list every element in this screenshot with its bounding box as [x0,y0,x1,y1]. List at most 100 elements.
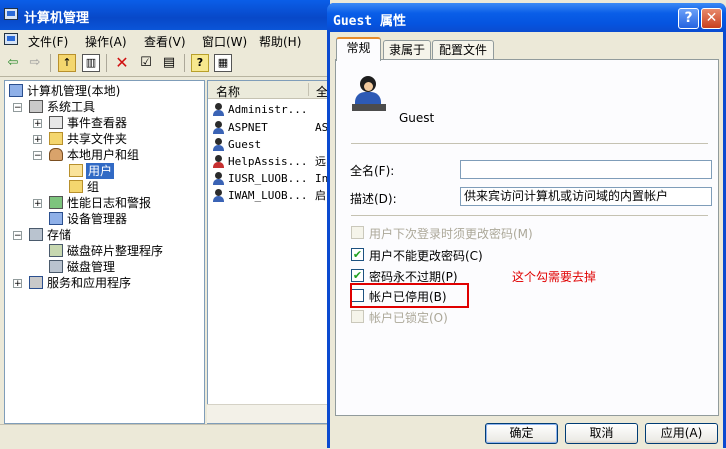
expand-icon[interactable]: + [33,119,42,129]
tree-item-label: 设备管理器 [67,212,128,226]
users-icon [49,148,63,161]
user-icon [212,138,225,152]
expand-icon[interactable]: + [13,279,22,289]
user-list-view[interactable]: 名称 全 Administr... ASPNET AS Guest HelpAs… [207,80,332,424]
horizontal-scrollbar[interactable] [207,404,330,423]
computer-management-icon [4,8,18,20]
list-item-name: HelpAssis... [228,155,308,168]
list-item-name: ASPNET [228,121,268,134]
mmc-title-bar[interactable]: 计算机管理 [0,0,330,30]
properties-icon[interactable]: ☑ [137,54,155,72]
tree-item-label: 事件查看器 [67,116,128,130]
tree-item-label: 共享文件夹 [67,132,128,146]
column-header-name[interactable]: 名称 [216,83,240,100]
tree-item-label: 用户 [86,163,115,179]
user-icon [212,189,225,203]
shared-folder-icon [49,132,63,145]
console-icon[interactable]: ▦ [214,54,232,72]
delete-icon[interactable]: ✕ [113,54,131,72]
toolbar-divider [50,54,51,72]
annotation-highlight-box [350,283,469,308]
disk-icon [49,260,63,273]
menu-help[interactable]: 帮助(H) [259,33,301,49]
password-never-expires-checkbox[interactable]: ✔ [351,269,364,282]
list-item-name: IUSR_LUOB... [228,172,308,185]
list-item-name: Administr... [228,103,308,116]
collapse-icon[interactable]: − [33,151,42,161]
ok-button[interactable]: 确定 [485,423,558,444]
back-arrow-icon[interactable]: ⇦ [4,54,22,72]
expand-icon[interactable]: + [33,199,42,209]
dialog-title: Guest 属性 [333,14,406,29]
defrag-icon [49,244,63,257]
dialog-body: 常规 隶属于 配置文件 Guest 全名(F): 描述(D): 供来宾访问计算机… [330,32,723,448]
close-button[interactable]: ✕ [701,8,722,29]
user-name: Guest [399,111,435,125]
must-change-password-label: 用户下次登录时须更改密码(M) [369,227,533,241]
toolbar-divider [106,54,107,72]
computer-management-window: 计算机管理 文件(F) 操作(A) 查看(V) 窗口(W) 帮助(H) ⇦ ⇨ … [0,0,332,449]
user-icon [212,172,225,186]
tree-item-label: 系统工具 [47,100,96,114]
cannot-change-password-checkbox[interactable]: ✔ [351,248,364,261]
status-bar [0,424,330,449]
guest-properties-dialog: Guest 属性 ? ✕ 常规 隶属于 配置文件 Guest 全名(F): 描述… [327,3,726,448]
list-item-name: Guest [228,138,262,151]
device-manager-icon [49,212,63,225]
annotation-note: 这个勾需要去掉 [512,270,597,284]
menu-file[interactable]: 文件(F) [28,33,68,49]
menu-window[interactable]: 窗口(W) [202,33,247,49]
computer-icon [9,84,23,97]
toolbar-divider [184,54,185,72]
up-folder-icon[interactable]: ↑ [58,54,76,72]
user-icon [212,103,225,117]
tab-profile[interactable]: 配置文件 [432,40,494,60]
console-menu-icon[interactable] [4,33,18,45]
tree-item-label: 性能日志和警报 [67,196,152,210]
mmc-menu-bar: 文件(F) 操作(A) 查看(V) 窗口(W) 帮助(H) [0,30,330,50]
services-icon [29,276,43,289]
tree-item-label: 本地用户和组 [67,148,140,162]
list-header: 名称 全 [208,81,331,99]
cancel-button[interactable]: 取消 [565,423,638,444]
forward-arrow-icon[interactable]: ⇨ [26,54,44,72]
folder-icon [69,180,83,193]
help-icon[interactable]: ? [191,54,209,72]
tab-general[interactable]: 常规 [336,37,381,61]
full-name-field[interactable] [460,160,712,179]
help-button[interactable]: ? [678,8,699,29]
full-name-label: 全名(F): [350,164,395,178]
collapse-icon[interactable]: − [13,231,22,241]
user-account-icon [352,76,386,112]
expand-icon[interactable]: + [33,135,42,145]
tree-item-label: 计算机管理(本地) [27,84,121,98]
show-hide-tree-icon[interactable]: ▥ [82,54,100,72]
list-item-fullname: 远 [315,155,326,168]
tree-item-label: 磁盘管理 [67,260,116,274]
collapse-icon[interactable]: − [13,103,22,113]
description-label: 描述(D): [350,192,397,206]
console-tree[interactable]: 计算机管理(本地) − 系统工具 + 事件查看器 + 共享文件夹 − 本地用户和… [4,80,205,424]
dialog-title-bar[interactable]: Guest 属性 ? ✕ [327,3,726,32]
storage-icon [29,228,43,241]
menu-action[interactable]: 操作(A) [85,33,127,49]
list-item-name: IWAM_LUOB... [228,189,308,202]
list-item-fullname: 启 [315,189,326,202]
performance-icon [49,196,63,209]
account-locked-label: 帐户已锁定(O) [369,311,448,325]
account-locked-checkbox[interactable] [351,310,364,323]
folder-open-icon [69,164,83,177]
tab-member-of[interactable]: 隶属于 [383,40,431,60]
description-field[interactable]: 供来宾访问计算机或访问域的内置帐户 [460,187,712,206]
must-change-password-checkbox[interactable] [351,226,364,239]
menu-view[interactable]: 查看(V) [144,33,186,49]
general-tab-panel: Guest 全名(F): 描述(D): 供来宾访问计算机或访问域的内置帐户 用户… [335,59,719,416]
divider [351,143,708,144]
event-viewer-icon [49,116,63,129]
apply-button[interactable]: 应用(A) [645,423,718,444]
column-divider[interactable] [308,83,309,96]
mmc-toolbar: ⇦ ⇨ ↑ ▥ ✕ ☑ ▤ ? ▦ [0,50,330,77]
export-list-icon[interactable]: ▤ [160,54,178,72]
mmc-window-title: 计算机管理 [24,11,90,26]
tree-item-label: 存储 [47,228,72,242]
